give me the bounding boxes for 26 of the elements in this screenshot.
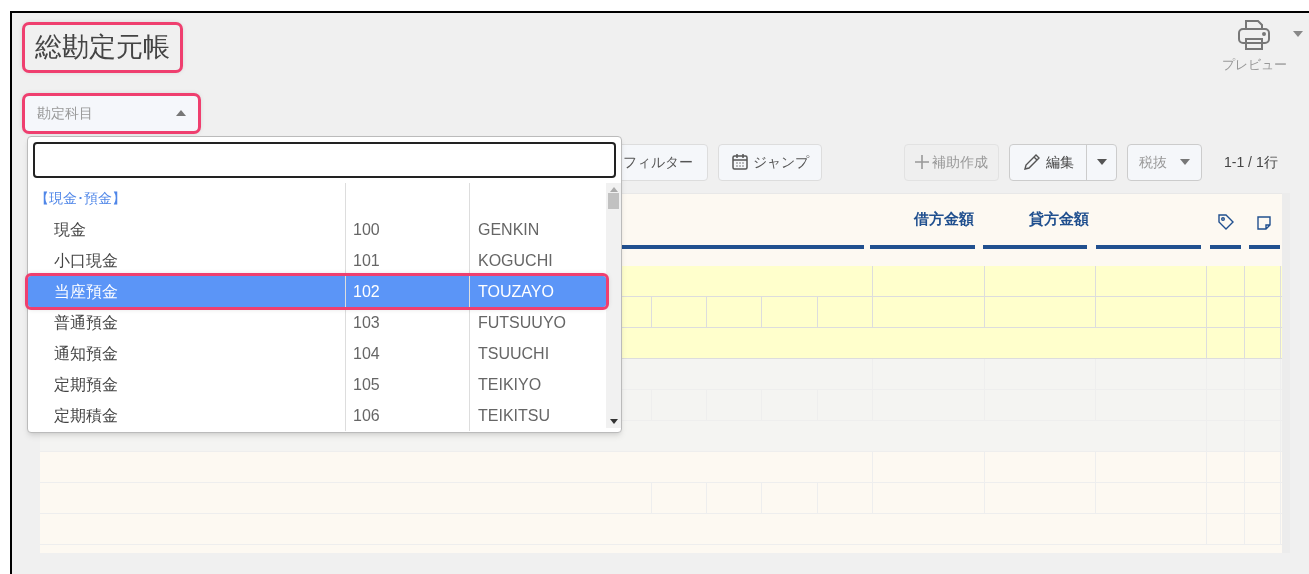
note-icon[interactable] <box>1256 214 1273 231</box>
account-option[interactable]: 通知預金 104 TSUUCHI <box>28 338 606 369</box>
pencil-icon <box>1022 152 1042 172</box>
account-option[interactable]: 普通預金 103 FUTSUUYO <box>28 307 606 338</box>
caret-icon <box>1096 159 1107 165</box>
account-option[interactable]: 定期積金 106 TEIKITSU <box>28 400 606 431</box>
caret-icon <box>176 110 186 116</box>
search-field[interactable] <box>33 142 616 178</box>
calendar-icon <box>731 153 749 171</box>
plus-icon <box>915 155 929 169</box>
scrollbar[interactable] <box>1282 192 1290 553</box>
pagination-text: 1-1 / 1行 <box>1224 152 1278 172</box>
column-header: 借方金額 <box>913 209 974 229</box>
caret-icon[interactable] <box>1293 31 1303 37</box>
group-heading: 【現金･預金】 <box>35 189 126 208</box>
scroll-thumb[interactable] <box>608 193 619 209</box>
tag-icon[interactable] <box>1217 212 1235 231</box>
printer-icon <box>1236 17 1272 53</box>
jump-button[interactable]: ジャンプ <box>718 143 822 181</box>
page-title: 総勘定元帳 <box>25 25 180 70</box>
account-option[interactable]: 現金 100 GENKIN <box>28 214 606 245</box>
account-option[interactable]: 定期預金 105 TEIKIYO <box>28 369 606 400</box>
column-header: 貸方金額 <box>1028 209 1089 229</box>
caret-icon <box>1180 159 1190 165</box>
scroll-down-icon[interactable] <box>609 419 618 424</box>
scrollbar[interactable] <box>606 183 621 428</box>
